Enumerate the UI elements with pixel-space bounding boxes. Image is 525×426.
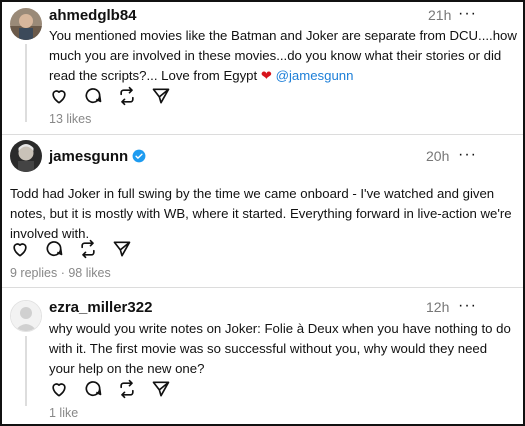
share-icon[interactable] xyxy=(112,239,132,259)
post-text: You mentioned movies like the Batman and… xyxy=(49,26,519,86)
verified-badge-icon xyxy=(132,149,146,163)
username[interactable]: ahmedglb84 xyxy=(49,7,137,24)
heart-icon[interactable] xyxy=(49,379,69,399)
more-icon[interactable]: ··· xyxy=(458,298,477,314)
mention-link[interactable]: @jamesgunn xyxy=(276,68,354,83)
timestamp: 20h xyxy=(426,148,450,164)
comment-icon[interactable] xyxy=(83,379,103,399)
more-icon[interactable]: ··· xyxy=(458,147,477,163)
thread-line xyxy=(25,44,27,122)
divider xyxy=(2,287,523,288)
post-text: Todd had Joker in full swing by the time… xyxy=(10,186,512,241)
threads-frame: ahmedglb84 21h ··· You mentioned movies … xyxy=(0,0,525,426)
post-stats[interactable]: 13 likes xyxy=(49,112,91,126)
heart-icon[interactable] xyxy=(49,86,69,106)
timestamp: 12h xyxy=(426,299,450,315)
repost-icon[interactable] xyxy=(117,86,137,106)
share-icon[interactable] xyxy=(151,379,171,399)
timestamp: 21h xyxy=(428,7,452,23)
more-icon[interactable]: ··· xyxy=(458,6,477,22)
post-actions xyxy=(49,379,171,399)
post-stats[interactable]: 1 like xyxy=(49,406,78,420)
username[interactable]: jamesgunn xyxy=(49,148,128,165)
avatar-ahmedglb84[interactable] xyxy=(10,8,42,40)
repost-icon[interactable] xyxy=(78,239,98,259)
divider xyxy=(2,134,523,135)
post-text: why would you write notes on Joker: Foli… xyxy=(49,321,511,376)
heart-emoji: ❤ xyxy=(260,68,272,83)
heart-icon[interactable] xyxy=(10,239,30,259)
share-icon[interactable] xyxy=(151,86,171,106)
username[interactable]: ezra_miller322 xyxy=(49,299,152,316)
post-actions xyxy=(49,86,171,106)
post-actions xyxy=(10,239,132,259)
post-stats[interactable]: 9 replies · 98 likes xyxy=(10,266,111,280)
repost-icon[interactable] xyxy=(117,379,137,399)
comment-icon[interactable] xyxy=(44,239,64,259)
avatar-jamesgunn[interactable] xyxy=(10,140,42,172)
comment-icon[interactable] xyxy=(83,86,103,106)
avatar-ezra-miller322[interactable] xyxy=(10,300,42,332)
thread-line xyxy=(25,336,27,406)
